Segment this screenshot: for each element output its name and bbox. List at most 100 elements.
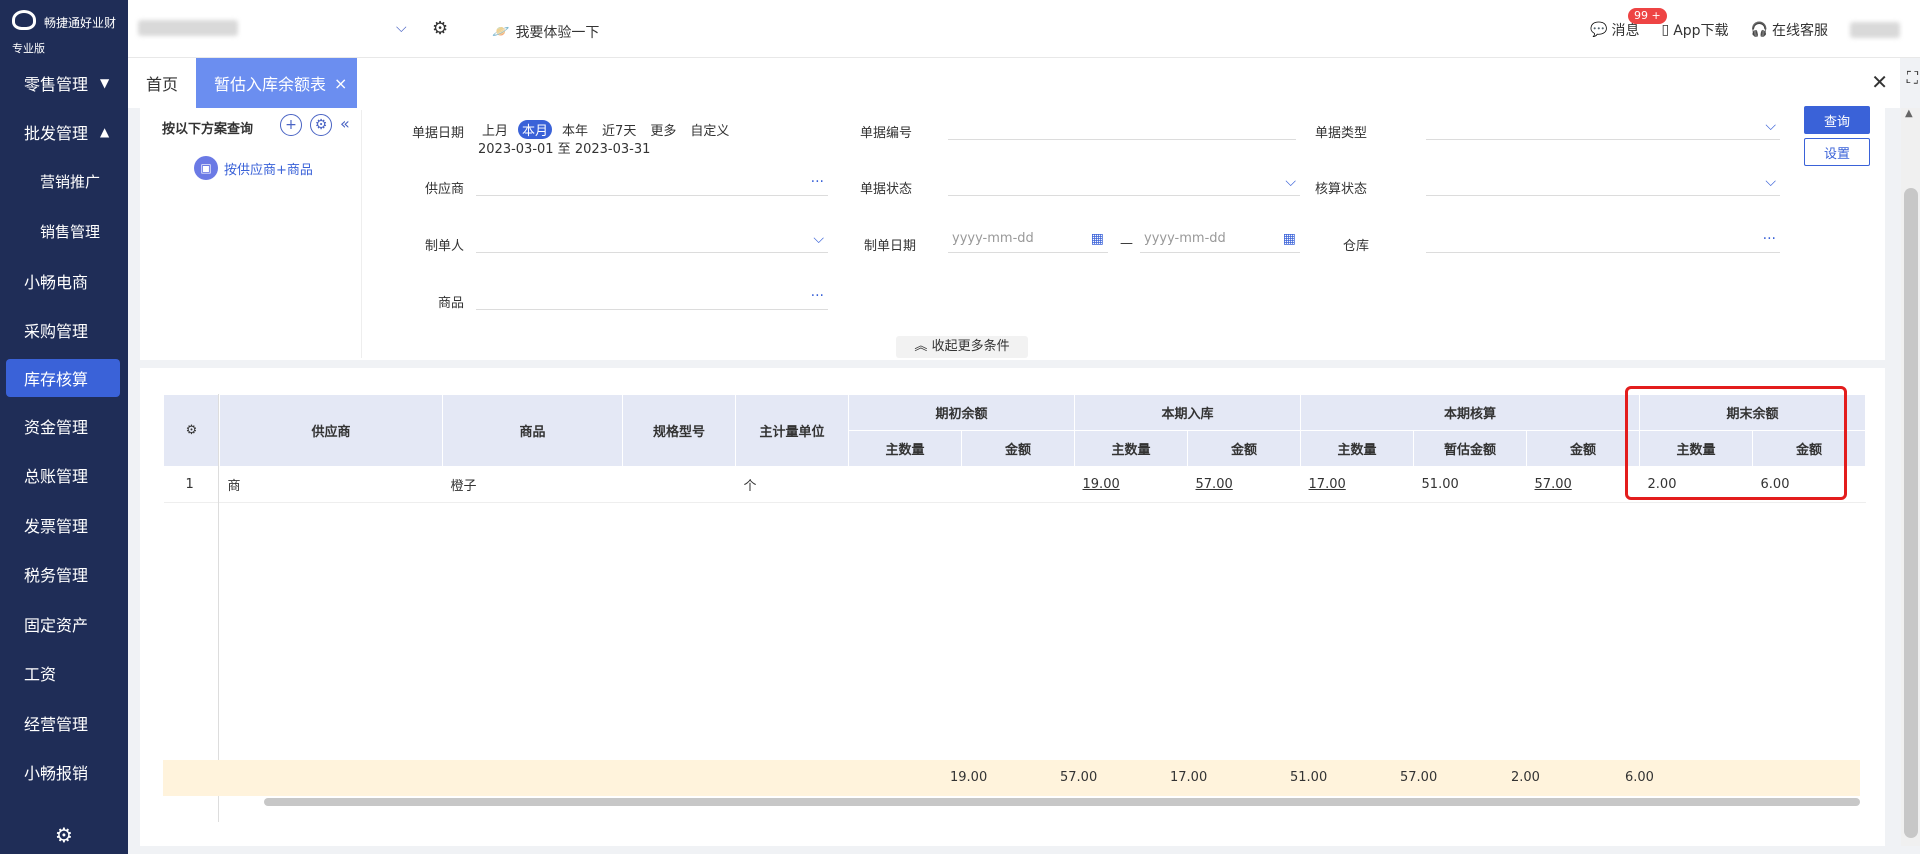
app-name: 畅捷通好业财: [44, 16, 117, 30]
tab-label: 首页: [146, 75, 179, 94]
try-button[interactable]: 🪐 我要体验一下: [492, 22, 599, 42]
calendar-icon[interactable]: ▦: [1283, 231, 1296, 247]
cell-supplier: 商: [219, 466, 443, 503]
account-selector[interactable]: [138, 20, 238, 36]
scroll-up-icon[interactable]: ▲: [1905, 108, 1913, 119]
calendar-icon[interactable]: ▦: [1091, 231, 1104, 247]
product-input[interactable]: ···: [476, 284, 828, 310]
table-row[interactable]: 1 商橙子个 19.00 57.00 17.00 51.00 57.00 2.00 6.00: [163, 466, 1866, 503]
column-header: 主计量单位: [735, 394, 849, 467]
close-icon[interactable]: ✕: [1871, 70, 1888, 94]
chevron-down-icon: ⌵: [1285, 174, 1296, 190]
sidebar-item-label: 采购管理: [24, 322, 89, 342]
total-value: 51.00: [1290, 770, 1328, 785]
scheme-panel: 按以下方案查询 + ⚙ « ▣ 按供应商+商品: [162, 110, 362, 358]
doc-type-select[interactable]: ⌵: [1426, 114, 1780, 140]
supplier-label: 供应商: [424, 182, 464, 197]
create-date-start-input[interactable]: yyyy-mm-dd ▦: [948, 227, 1108, 253]
sidebar-item-label: 发票管理: [24, 516, 89, 536]
cell-spec: [622, 466, 736, 503]
settings-button[interactable]: 设置: [1804, 138, 1870, 166]
date-placeholder: yyyy-mm-dd: [1144, 231, 1226, 246]
sidebar-item[interactable]: 小畅电商: [0, 256, 128, 306]
sidebar-item[interactable]: 采购管理: [0, 306, 128, 356]
date-range: 2023-03-01 至 2023-03-31: [478, 142, 651, 157]
create-date-label: 制单日期: [864, 239, 917, 254]
scheme-settings-icon[interactable]: ⚙: [310, 114, 332, 136]
sidebar-item[interactable]: 总账管理: [0, 451, 128, 501]
user-menu[interactable]: [1850, 22, 1900, 38]
warehouse-label: 仓库: [1343, 239, 1370, 254]
warehouse-input[interactable]: ···: [1426, 227, 1780, 253]
sidebar-item[interactable]: 工资: [0, 649, 128, 699]
add-scheme-icon[interactable]: +: [280, 114, 302, 136]
report-content: 按以下方案查询 + ⚙ « ▣ 按供应商+商品 单据日期 上月 本月 本年 近7天 更多…: [140, 106, 1920, 846]
sidebar-item[interactable]: 发票管理: [0, 500, 128, 550]
tab-home[interactable]: 首页: [128, 58, 196, 108]
phone-icon: ▯: [1661, 22, 1670, 38]
accounting-status-select[interactable]: ⌵: [1426, 170, 1780, 196]
messages-button[interactable]: 💬 消息 99 +: [1590, 8, 1667, 40]
doc-number-input[interactable]: [948, 114, 1296, 140]
more-icon[interactable]: ···: [1763, 231, 1776, 247]
column-settings-icon[interactable]: ⚙: [163, 394, 220, 467]
app-download-label: App下载: [1673, 23, 1729, 39]
sidebar-item[interactable]: 固定资产: [0, 599, 128, 649]
create-date-end-input[interactable]: yyyy-mm-dd ▦: [1140, 227, 1300, 253]
horizontal-scrollbar[interactable]: [264, 798, 1860, 806]
total-value: 57.00: [1060, 770, 1098, 785]
sidebar-item[interactable]: 税务管理: [0, 550, 128, 600]
sidebar-item[interactable]: 销售管理: [0, 207, 128, 257]
date-placeholder: yyyy-mm-dd: [952, 231, 1034, 246]
creator-select[interactable]: ⌵: [476, 227, 828, 253]
cell-value[interactable]: 19.00: [1074, 466, 1188, 503]
sidebar-item[interactable]: 资金管理: [0, 401, 128, 451]
scheme-item[interactable]: ▣ 按供应商+商品: [194, 156, 313, 180]
date-tag[interactable]: 自定义: [686, 120, 733, 139]
column-group-header: 本期入库: [1074, 394, 1302, 431]
chevron-down-icon: ⌵: [1765, 174, 1776, 190]
sidebar-item[interactable]: 库存核算: [6, 359, 120, 397]
cell-value[interactable]: 17.00: [1300, 466, 1414, 503]
column-header: 主数量: [848, 430, 962, 467]
sidebar-item[interactable]: 经营管理: [0, 698, 128, 748]
sidebar-item[interactable]: 小畅报销: [0, 748, 128, 798]
vertical-scrollbar[interactable]: ▲: [1901, 108, 1920, 846]
date-tag[interactable]: 近7天: [598, 120, 640, 139]
tab-label: 暂估入库余额表: [214, 75, 327, 94]
date-tag[interactable]: 上月: [478, 120, 512, 139]
app-download-button[interactable]: ▯ App下载: [1661, 20, 1728, 40]
sidebar-item[interactable]: 营销推广: [0, 157, 128, 207]
fullscreen-icon[interactable]: ⛶: [1907, 68, 1918, 88]
date-tag[interactable]: 本月: [518, 120, 553, 139]
sidebar-item-label: 经营管理: [24, 714, 89, 734]
tab-bar: 首页 暂估入库余额表 × ✕: [128, 58, 1900, 108]
supplier-input[interactable]: ···: [476, 170, 828, 196]
online-service-button[interactable]: 🎧 在线客服: [1751, 20, 1828, 40]
date-tag[interactable]: 更多: [646, 120, 680, 139]
sidebar-item[interactable]: 零售管理 ▼: [0, 58, 128, 108]
tab-estimated-inbound-balance[interactable]: 暂估入库余额表 ×: [196, 58, 358, 108]
column-header: 主数量: [1074, 430, 1189, 467]
query-button[interactable]: 查询: [1804, 106, 1870, 134]
doc-status-label: 单据状态: [860, 182, 913, 197]
close-icon[interactable]: ×: [334, 74, 347, 93]
cell-value[interactable]: 57.00: [1187, 466, 1301, 503]
date-tag[interactable]: 本年: [558, 120, 592, 139]
collapse-conditions-button[interactable]: ︽ 收起更多条件: [896, 336, 1028, 358]
chevron-down-icon[interactable]: ⌵: [396, 20, 407, 36]
cell-value[interactable]: 57.00: [1526, 466, 1640, 503]
gear-icon[interactable]: ⚙: [432, 18, 448, 39]
date-separator: —: [1120, 236, 1133, 251]
gear-icon[interactable]: ⚙: [0, 816, 128, 854]
brand: 畅捷通好业财 专业版: [0, 0, 128, 58]
collapse-panel-icon[interactable]: «: [340, 114, 350, 136]
more-icon[interactable]: ···: [811, 288, 824, 304]
sidebar-item[interactable]: 批发管理 ▲: [0, 108, 128, 158]
more-icon[interactable]: ···: [811, 174, 824, 190]
column-group-header: 期初余额: [847, 394, 1076, 431]
scrollbar-thumb[interactable]: [1904, 188, 1918, 838]
doc-number-label: 单据编号: [860, 126, 913, 141]
total-value: 17.00: [1170, 770, 1208, 785]
doc-status-select[interactable]: ⌵: [948, 170, 1300, 196]
